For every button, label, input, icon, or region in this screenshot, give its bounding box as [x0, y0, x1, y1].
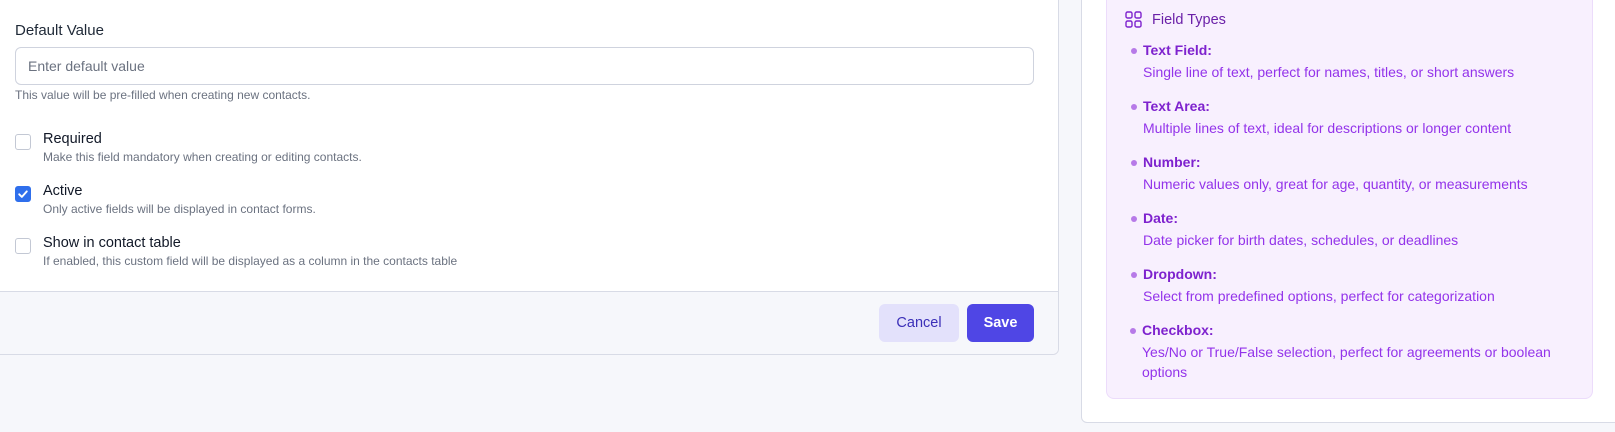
field-type-item: Number: Numeric values only, great for a… [1131, 153, 1573, 194]
active-checkbox[interactable] [15, 186, 31, 202]
active-label: Active [43, 183, 83, 199]
field-type-item: Date: Date picker for birth dates, sched… [1131, 209, 1573, 250]
required-description: Make this field mandatory when creating … [43, 150, 362, 164]
save-button[interactable]: Save [967, 304, 1034, 342]
field-types-sidebar: Field Types Text Field: Single line of t… [1081, 0, 1615, 423]
bullet-icon [1131, 160, 1137, 166]
field-type-item: Text Area: Multiple lines of text, ideal… [1131, 97, 1573, 138]
show-in-table-description: If enabled, this custom field will be di… [43, 254, 458, 268]
required-option[interactable]: Required Make this field mandatory when … [15, 130, 362, 165]
show-in-table-checkbox[interactable] [15, 238, 31, 254]
show-in-table-label: Show in contact table [43, 235, 181, 251]
custom-field-form-card: Default Value This value will be pre-fil… [0, 0, 1059, 355]
field-types-header: Field Types [1125, 11, 1226, 28]
bullet-icon [1131, 272, 1137, 278]
show-in-table-option[interactable]: Show in contact table If enabled, this c… [15, 234, 457, 269]
field-type-item: Checkbox: Yes/No or True/False selection… [1130, 321, 1572, 382]
field-types-info-box: Field Types Text Field: Single line of t… [1106, 0, 1593, 399]
field-type-name: Number: [1143, 154, 1201, 170]
form-footer: Cancel Save [0, 291, 1058, 354]
field-type-name: Date: [1143, 210, 1179, 226]
field-type-description: Numeric values only, great for age, quan… [1143, 176, 1528, 192]
active-option[interactable]: Active Only active fields will be displa… [15, 182, 316, 217]
default-value-input[interactable] [15, 47, 1034, 85]
bullet-icon [1131, 104, 1137, 110]
field-type-name: Dropdown: [1143, 266, 1217, 282]
bullet-icon [1131, 216, 1137, 222]
field-type-description: Select from predefined options, perfect … [1143, 288, 1495, 304]
field-type-description: Multiple lines of text, ideal for descri… [1143, 120, 1512, 136]
required-label: Required [43, 131, 102, 147]
cancel-button[interactable]: Cancel [879, 304, 959, 342]
field-type-name: Text Area: [1143, 98, 1210, 114]
bullet-icon [1131, 48, 1137, 54]
default-value-help: This value will be pre-filled when creat… [15, 88, 311, 102]
field-type-name: Text Field: [1143, 42, 1212, 58]
default-value-label: Default Value [15, 22, 104, 39]
field-type-description: Date picker for birth dates, schedules, … [1143, 232, 1459, 248]
field-type-name: Checkbox: [1142, 322, 1214, 338]
required-checkbox[interactable] [15, 134, 31, 150]
field-type-description: Yes/No or True/False selection, perfect … [1142, 344, 1551, 380]
field-type-item: Text Field: Single line of text, perfect… [1131, 41, 1573, 82]
field-types-title: Field Types [1152, 11, 1226, 28]
checkmark-icon [18, 190, 28, 198]
field-type-item: Dropdown: Select from predefined options… [1131, 265, 1573, 306]
grid-icon [1125, 11, 1142, 28]
field-type-description: Single line of text, perfect for names, … [1143, 64, 1515, 80]
active-description: Only active fields will be displayed in … [43, 202, 316, 216]
form-body: Default Value This value will be pre-fil… [0, 0, 1058, 292]
bullet-icon [1130, 328, 1136, 334]
